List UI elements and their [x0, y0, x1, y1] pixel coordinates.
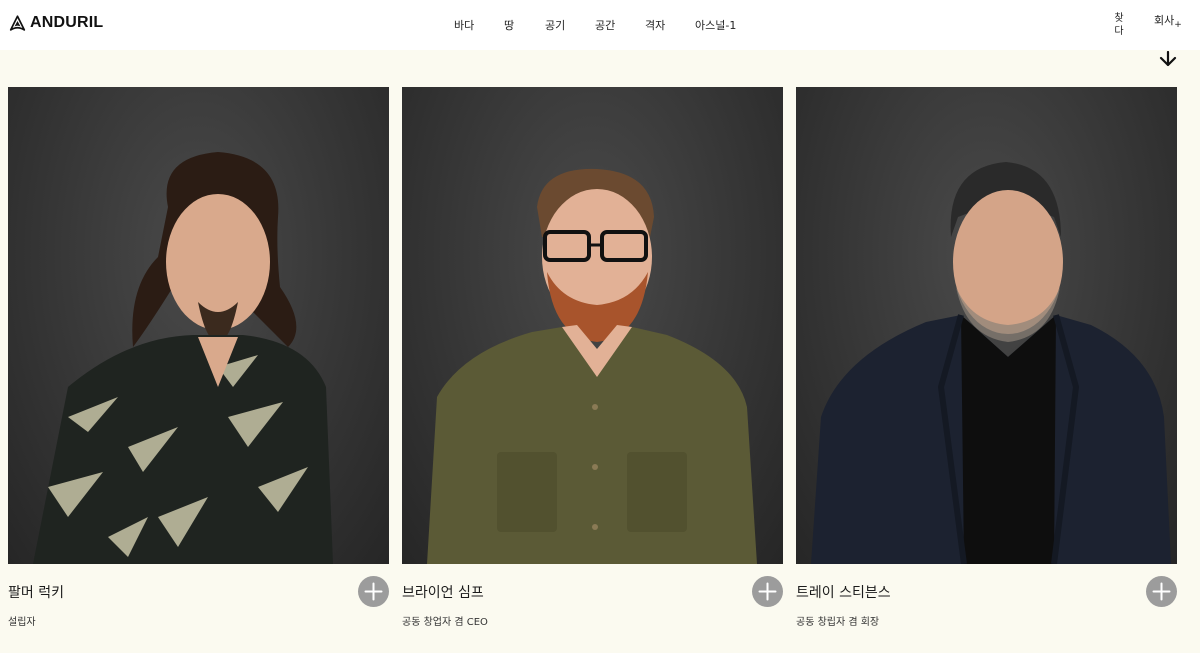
- person-photo: [8, 87, 389, 564]
- expand-bio-button[interactable]: [1146, 576, 1177, 607]
- plus-icon: [1152, 582, 1171, 601]
- person-name: 팔머 럭키: [8, 585, 64, 601]
- search-link[interactable]: 찾다: [1113, 12, 1125, 38]
- company-plus-icon: +: [1174, 20, 1182, 30]
- plus-icon: [364, 582, 383, 601]
- person-card-3: 트레이 스티븐스 공동 창립자 겸 회장: [796, 87, 1177, 647]
- nav-item-sea[interactable]: 바다: [454, 17, 474, 33]
- person-role: 설립자: [8, 617, 36, 628]
- expand-bio-button[interactable]: [358, 576, 389, 607]
- person-card-2: 브라이언 심프 공동 창업자 겸 CEO: [402, 87, 783, 647]
- person-role: 공동 창업자 겸 CEO: [402, 617, 488, 628]
- nav-item-space[interactable]: 공간: [595, 17, 615, 33]
- person-role: 공동 창립자 겸 회장: [796, 617, 880, 628]
- company-menu[interactable]: 회사+: [1154, 12, 1182, 30]
- expand-bio-button[interactable]: [752, 576, 783, 607]
- person-card-1: 팔머 럭키 설립자: [8, 87, 389, 647]
- person-name: 트레이 스티븐스: [796, 585, 891, 601]
- nav-item-air[interactable]: 공기: [545, 17, 565, 33]
- site-header: ANDURIL 바다 땅 공기 공간 격자 아스널-1 찾다 회사+: [0, 0, 1200, 50]
- person-name: 브라이언 심프: [402, 585, 484, 601]
- person-photo: [402, 87, 783, 564]
- company-label: 회사: [1154, 14, 1175, 27]
- nav-item-lattice[interactable]: 격자: [645, 17, 665, 33]
- nav-item-land[interactable]: 땅: [504, 17, 514, 33]
- person-photo: [796, 87, 1177, 564]
- main-nav: 바다 땅 공기 공간 격자 아스널-1: [0, 17, 1200, 33]
- nav-item-arsenal[interactable]: 아스널-1: [695, 17, 736, 33]
- arrow-down-icon[interactable]: [1158, 51, 1178, 67]
- plus-icon: [758, 582, 777, 601]
